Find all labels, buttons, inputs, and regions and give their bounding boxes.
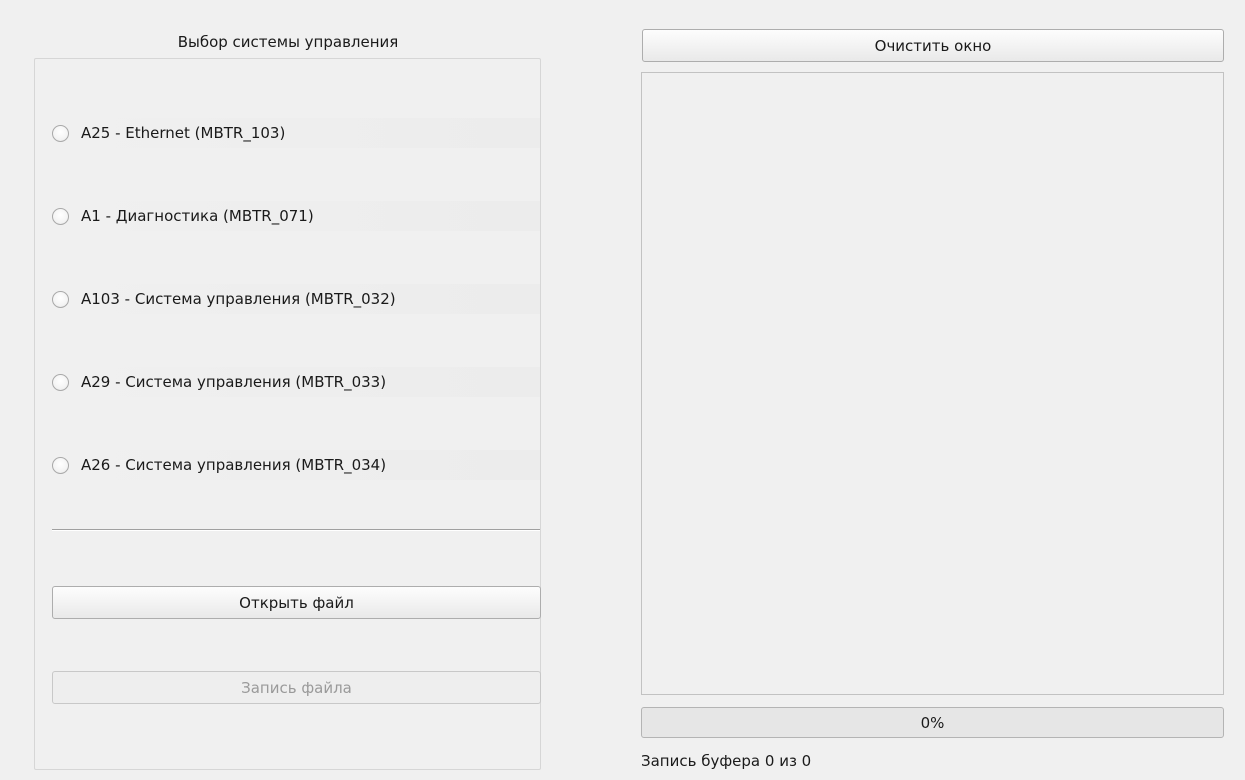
radio-option-a29[interactable]: A29 - Система управления (MBTR_033): [52, 367, 540, 397]
control-system-group: [34, 58, 541, 770]
clear-window-button[interactable]: Очистить окно: [642, 29, 1224, 62]
radio-option-label: A26 - Система управления (MBTR_034): [81, 456, 387, 474]
radio-circle-icon[interactable]: [52, 290, 69, 308]
write-file-button[interactable]: Запись файла: [52, 671, 541, 704]
radio-option-label: A25 - Ethernet (MBTR_103): [81, 124, 286, 142]
log-output-area[interactable]: [641, 72, 1224, 695]
radio-circle-icon[interactable]: [52, 373, 69, 391]
main-window: Выбор системы управления A25 - Ethernet …: [0, 0, 1245, 780]
open-file-button[interactable]: Открыть файл: [52, 586, 541, 619]
radio-circle-icon[interactable]: [52, 207, 69, 225]
radio-option-label: A1 - Диагностика (MBTR_071): [81, 207, 314, 225]
radio-option-a26[interactable]: A26 - Система управления (MBTR_034): [52, 450, 540, 480]
buffer-status-text: Запись буфера 0 из 0: [641, 752, 812, 770]
radio-circle-icon[interactable]: [52, 456, 69, 474]
radio-circle-icon[interactable]: [52, 124, 69, 142]
radio-option-label: A29 - Система управления (MBTR_033): [81, 373, 387, 391]
radio-option-a25[interactable]: A25 - Ethernet (MBTR_103): [52, 118, 540, 148]
control-system-group-title: Выбор системы управления: [177, 33, 399, 51]
progress-bar: 0%: [641, 707, 1224, 738]
radio-option-a103[interactable]: A103 - Система управления (MBTR_032): [52, 284, 540, 314]
radio-option-a1[interactable]: A1 - Диагностика (MBTR_071): [52, 201, 540, 231]
progress-percent-text: 0%: [920, 713, 945, 732]
separator-line: [52, 529, 540, 531]
radio-option-label: A103 - Система управления (MBTR_032): [81, 290, 396, 308]
